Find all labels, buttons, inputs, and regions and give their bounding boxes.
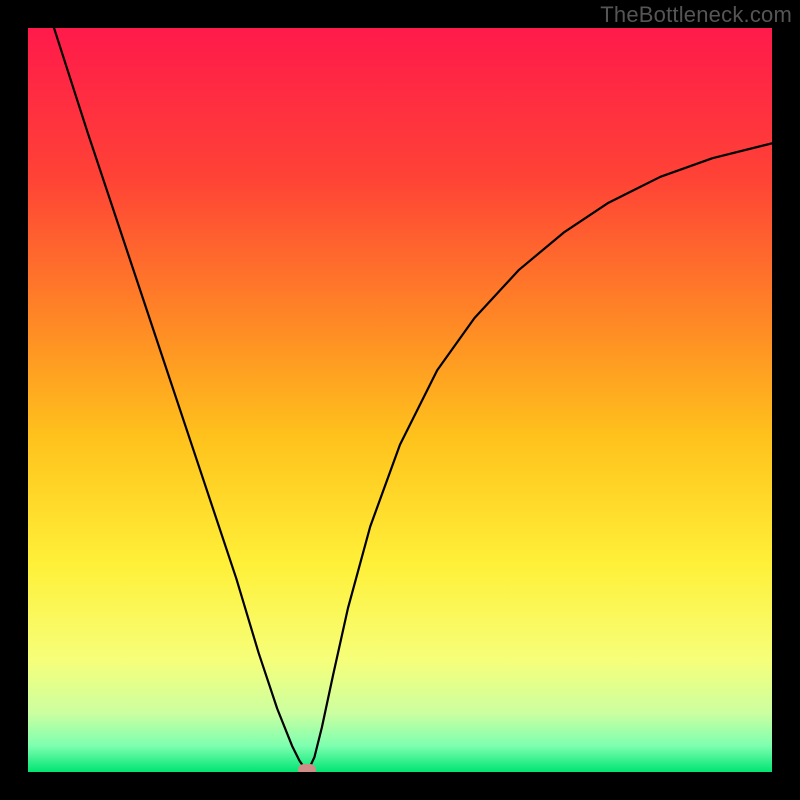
- chart-frame: TheBottleneck.com: [0, 0, 800, 800]
- gradient-background: [28, 28, 772, 772]
- bottleneck-chart: [28, 28, 772, 772]
- minimum-marker: [298, 764, 316, 772]
- watermark-text: TheBottleneck.com: [600, 2, 792, 28]
- plot-area: [28, 28, 772, 772]
